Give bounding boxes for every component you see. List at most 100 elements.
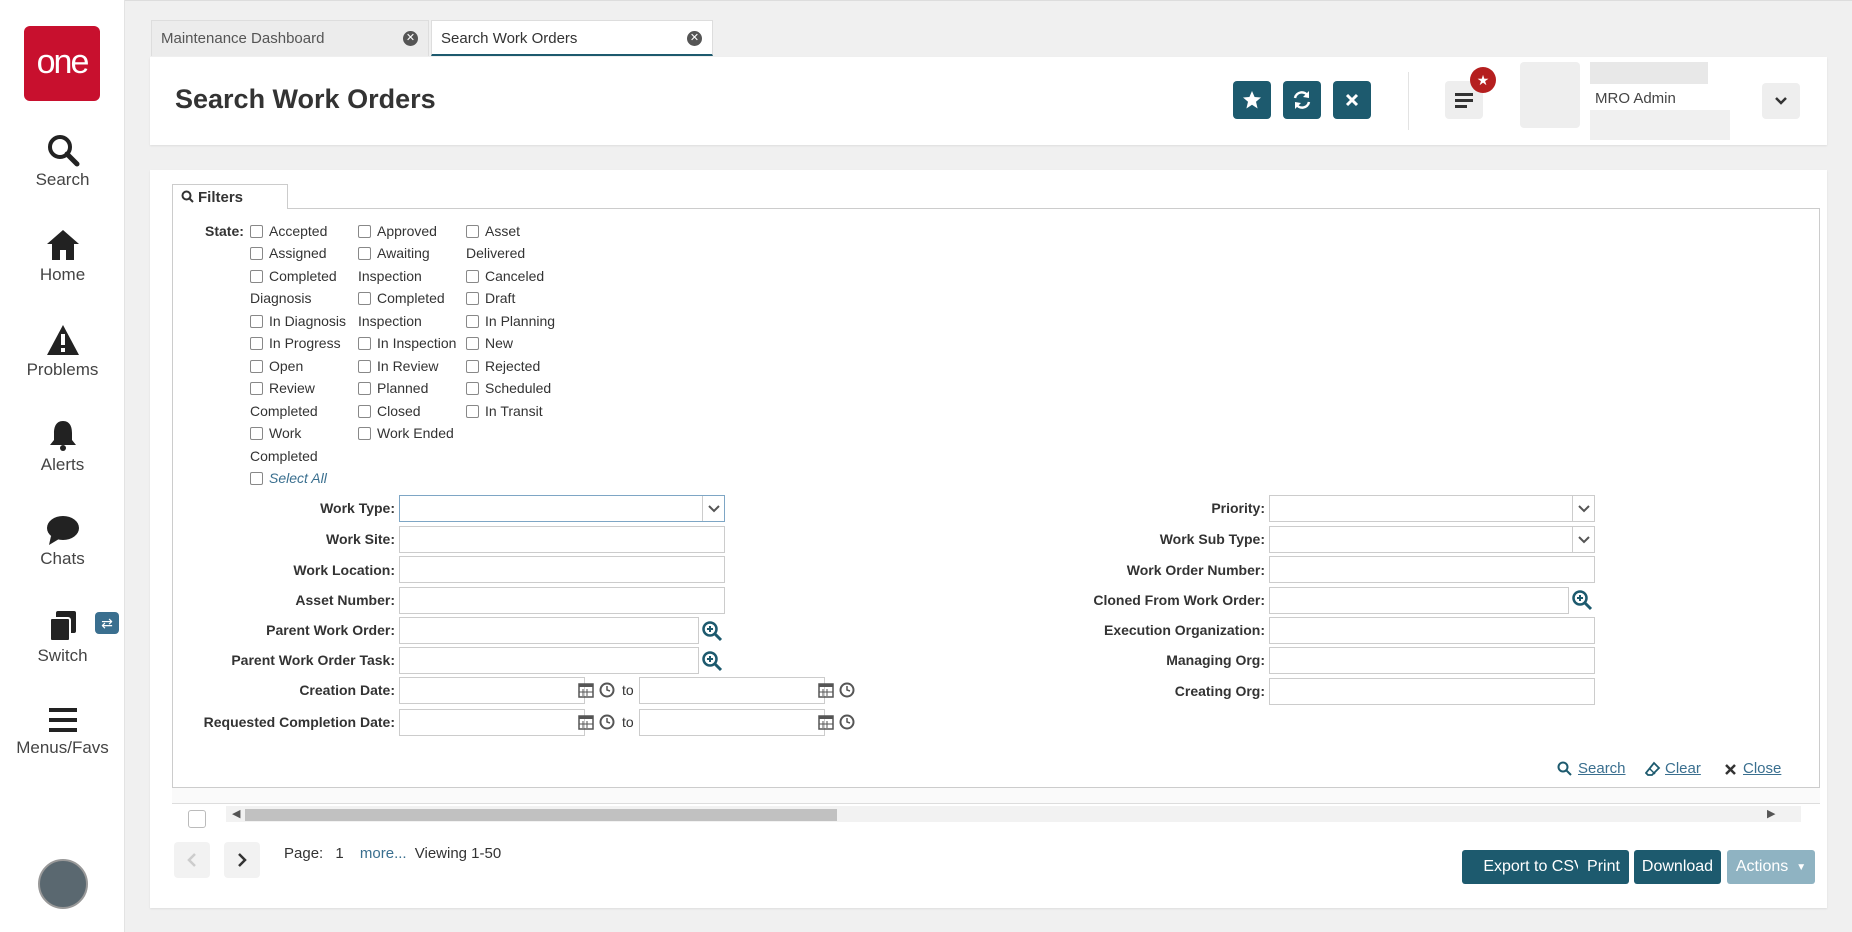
calendar-icon[interactable] [817, 713, 835, 731]
close-tab-icon[interactable]: ✕ [403, 31, 418, 46]
parent-work-order-task-input[interactable] [399, 647, 699, 674]
sidebar-item-home[interactable]: Home [0, 228, 125, 285]
search-icon[interactable] [1557, 761, 1572, 776]
work-type-select[interactable] [399, 495, 725, 522]
sidebar-item-problems[interactable]: Problems [0, 323, 125, 380]
checkbox-label-wrap: Diagnosis [250, 290, 312, 306]
state-checkbox-completed-diagnosis[interactable]: Completed [250, 268, 337, 284]
creating-org-input[interactable] [1269, 678, 1595, 705]
asset-number-input[interactable] [399, 587, 725, 614]
parent-work-order-label: Parent Work Order: [266, 622, 395, 638]
clock-icon[interactable] [598, 713, 616, 731]
state-checkbox-assigned[interactable]: Assigned [250, 245, 327, 261]
work-sub-type-select[interactable] [1269, 526, 1595, 553]
clock-icon[interactable] [838, 681, 856, 699]
scrollbar-thumb[interactable] [245, 809, 837, 821]
clock-icon[interactable] [838, 713, 856, 731]
lookup-icon[interactable] [1571, 589, 1593, 611]
state-checkbox-planned[interactable]: Planned [358, 380, 428, 396]
state-checkbox-in-diagnosis[interactable]: In Diagnosis [250, 313, 346, 329]
priority-select[interactable] [1269, 495, 1595, 522]
state-checkbox-draft[interactable]: Draft [466, 290, 515, 306]
tab-maintenance-dashboard[interactable]: Maintenance Dashboard ✕ [151, 20, 429, 56]
scroll-left-icon[interactable]: ◀ [232, 807, 240, 820]
prev-page-button[interactable] [174, 842, 210, 878]
chat-icon [46, 516, 79, 545]
row-checkbox[interactable] [188, 810, 206, 828]
tab-search-work-orders[interactable]: Search Work Orders ✕ [431, 20, 713, 56]
favorite-button[interactable] [1233, 81, 1271, 119]
swap-icon[interactable]: ⇄ [95, 612, 119, 634]
filters-tab[interactable]: Filters [172, 184, 288, 209]
user-menu-button[interactable] [1762, 83, 1800, 119]
chevron-down-icon[interactable] [1572, 496, 1594, 521]
state-checkbox-in-transit[interactable]: In Transit [466, 403, 543, 419]
state-checkbox-work-completed[interactable]: Work [250, 425, 301, 441]
close-link[interactable]: Close [1743, 760, 1781, 777]
more-pages-link[interactable]: more... [360, 845, 407, 862]
chevron-down-icon[interactable] [702, 496, 724, 521]
eraser-icon[interactable] [1645, 761, 1661, 777]
state-checkbox-in-planning[interactable]: In Planning [466, 313, 555, 329]
creation-date-from-input[interactable] [399, 677, 585, 704]
select-all-checkbox[interactable]: Select All [250, 470, 327, 486]
chevron-down-icon[interactable] [1572, 527, 1594, 552]
sidebar-item-alerts[interactable]: Alerts [0, 418, 125, 475]
cloned-from-work-order-input[interactable] [1269, 587, 1569, 614]
state-checkbox-completed-inspection[interactable]: Completed [358, 290, 445, 306]
search-link[interactable]: Search [1578, 760, 1626, 777]
state-checkbox-in-progress[interactable]: In Progress [250, 335, 341, 351]
clear-link[interactable]: Clear [1665, 760, 1701, 777]
close-tab-icon[interactable]: ✕ [687, 31, 702, 46]
state-checkbox-in-review[interactable]: In Review [358, 358, 438, 374]
sidebar-item-search[interactable]: Search [0, 133, 125, 190]
checkbox-label: Open [269, 358, 304, 374]
work-location-input[interactable] [399, 556, 725, 583]
state-checkbox-awaiting-inspection[interactable]: Awaiting [358, 245, 430, 261]
lookup-icon[interactable] [701, 620, 723, 642]
parent-work-order-input[interactable] [399, 617, 699, 644]
state-checkbox-canceled[interactable]: Canceled [466, 268, 544, 284]
app-logo[interactable]: one [24, 26, 100, 101]
scroll-right-icon[interactable]: ▶ [1767, 807, 1775, 820]
actions-button[interactable]: Actions ▼ [1727, 850, 1815, 884]
checkbox-label: Rejected [485, 358, 541, 374]
print-button[interactable]: Print [1578, 850, 1629, 884]
state-checkbox-scheduled[interactable]: Scheduled [466, 380, 551, 396]
creation-date-to-input[interactable] [639, 677, 825, 704]
state-checkbox-accepted[interactable]: Accepted [250, 223, 327, 239]
parent-work-order-task-label: Parent Work Order Task: [231, 652, 395, 668]
state-checkbox-new[interactable]: New [466, 335, 513, 351]
calendar-icon[interactable] [577, 681, 595, 699]
state-checkbox-closed[interactable]: Closed [358, 403, 421, 419]
requested-completion-date-to-input[interactable] [639, 709, 825, 736]
sidebar-item-chats[interactable]: Chats [0, 514, 125, 569]
state-checkbox-rejected[interactable]: Rejected [466, 358, 540, 374]
managing-org-input[interactable] [1269, 647, 1595, 674]
sidebar-item-menus-favs[interactable]: Menus/Favs [0, 705, 125, 758]
clock-icon[interactable] [598, 681, 616, 699]
next-page-button[interactable] [224, 842, 260, 878]
calendar-icon[interactable] [577, 713, 595, 731]
lookup-icon[interactable] [701, 650, 723, 672]
close-page-button[interactable] [1333, 81, 1371, 119]
state-checkbox-asset-delivered[interactable]: Asset [466, 223, 520, 239]
state-checkbox-open[interactable]: Open [250, 358, 303, 374]
user-name-redacted [1590, 62, 1708, 84]
favorites-badge-star-icon[interactable]: ★ [1470, 67, 1496, 93]
download-button[interactable]: Download [1634, 850, 1721, 884]
execution-organization-input[interactable] [1269, 617, 1595, 644]
refresh-button[interactable] [1283, 81, 1321, 119]
requested-completion-date-from-input[interactable] [399, 709, 585, 736]
user-avatar[interactable] [38, 859, 88, 909]
work-order-number-input[interactable] [1269, 556, 1595, 583]
close-icon[interactable] [1724, 763, 1737, 776]
state-checkbox-approved[interactable]: Approved [358, 223, 437, 239]
state-checkbox-review-completed[interactable]: Review [250, 380, 315, 396]
checkbox-label: Asset [485, 223, 521, 239]
work-site-input[interactable] [399, 526, 725, 553]
state-checkbox-in-inspection[interactable]: In Inspection [358, 335, 456, 351]
calendar-icon[interactable] [817, 681, 835, 699]
user-photo [1520, 62, 1580, 128]
state-checkbox-work-ended[interactable]: Work Ended [358, 425, 454, 441]
